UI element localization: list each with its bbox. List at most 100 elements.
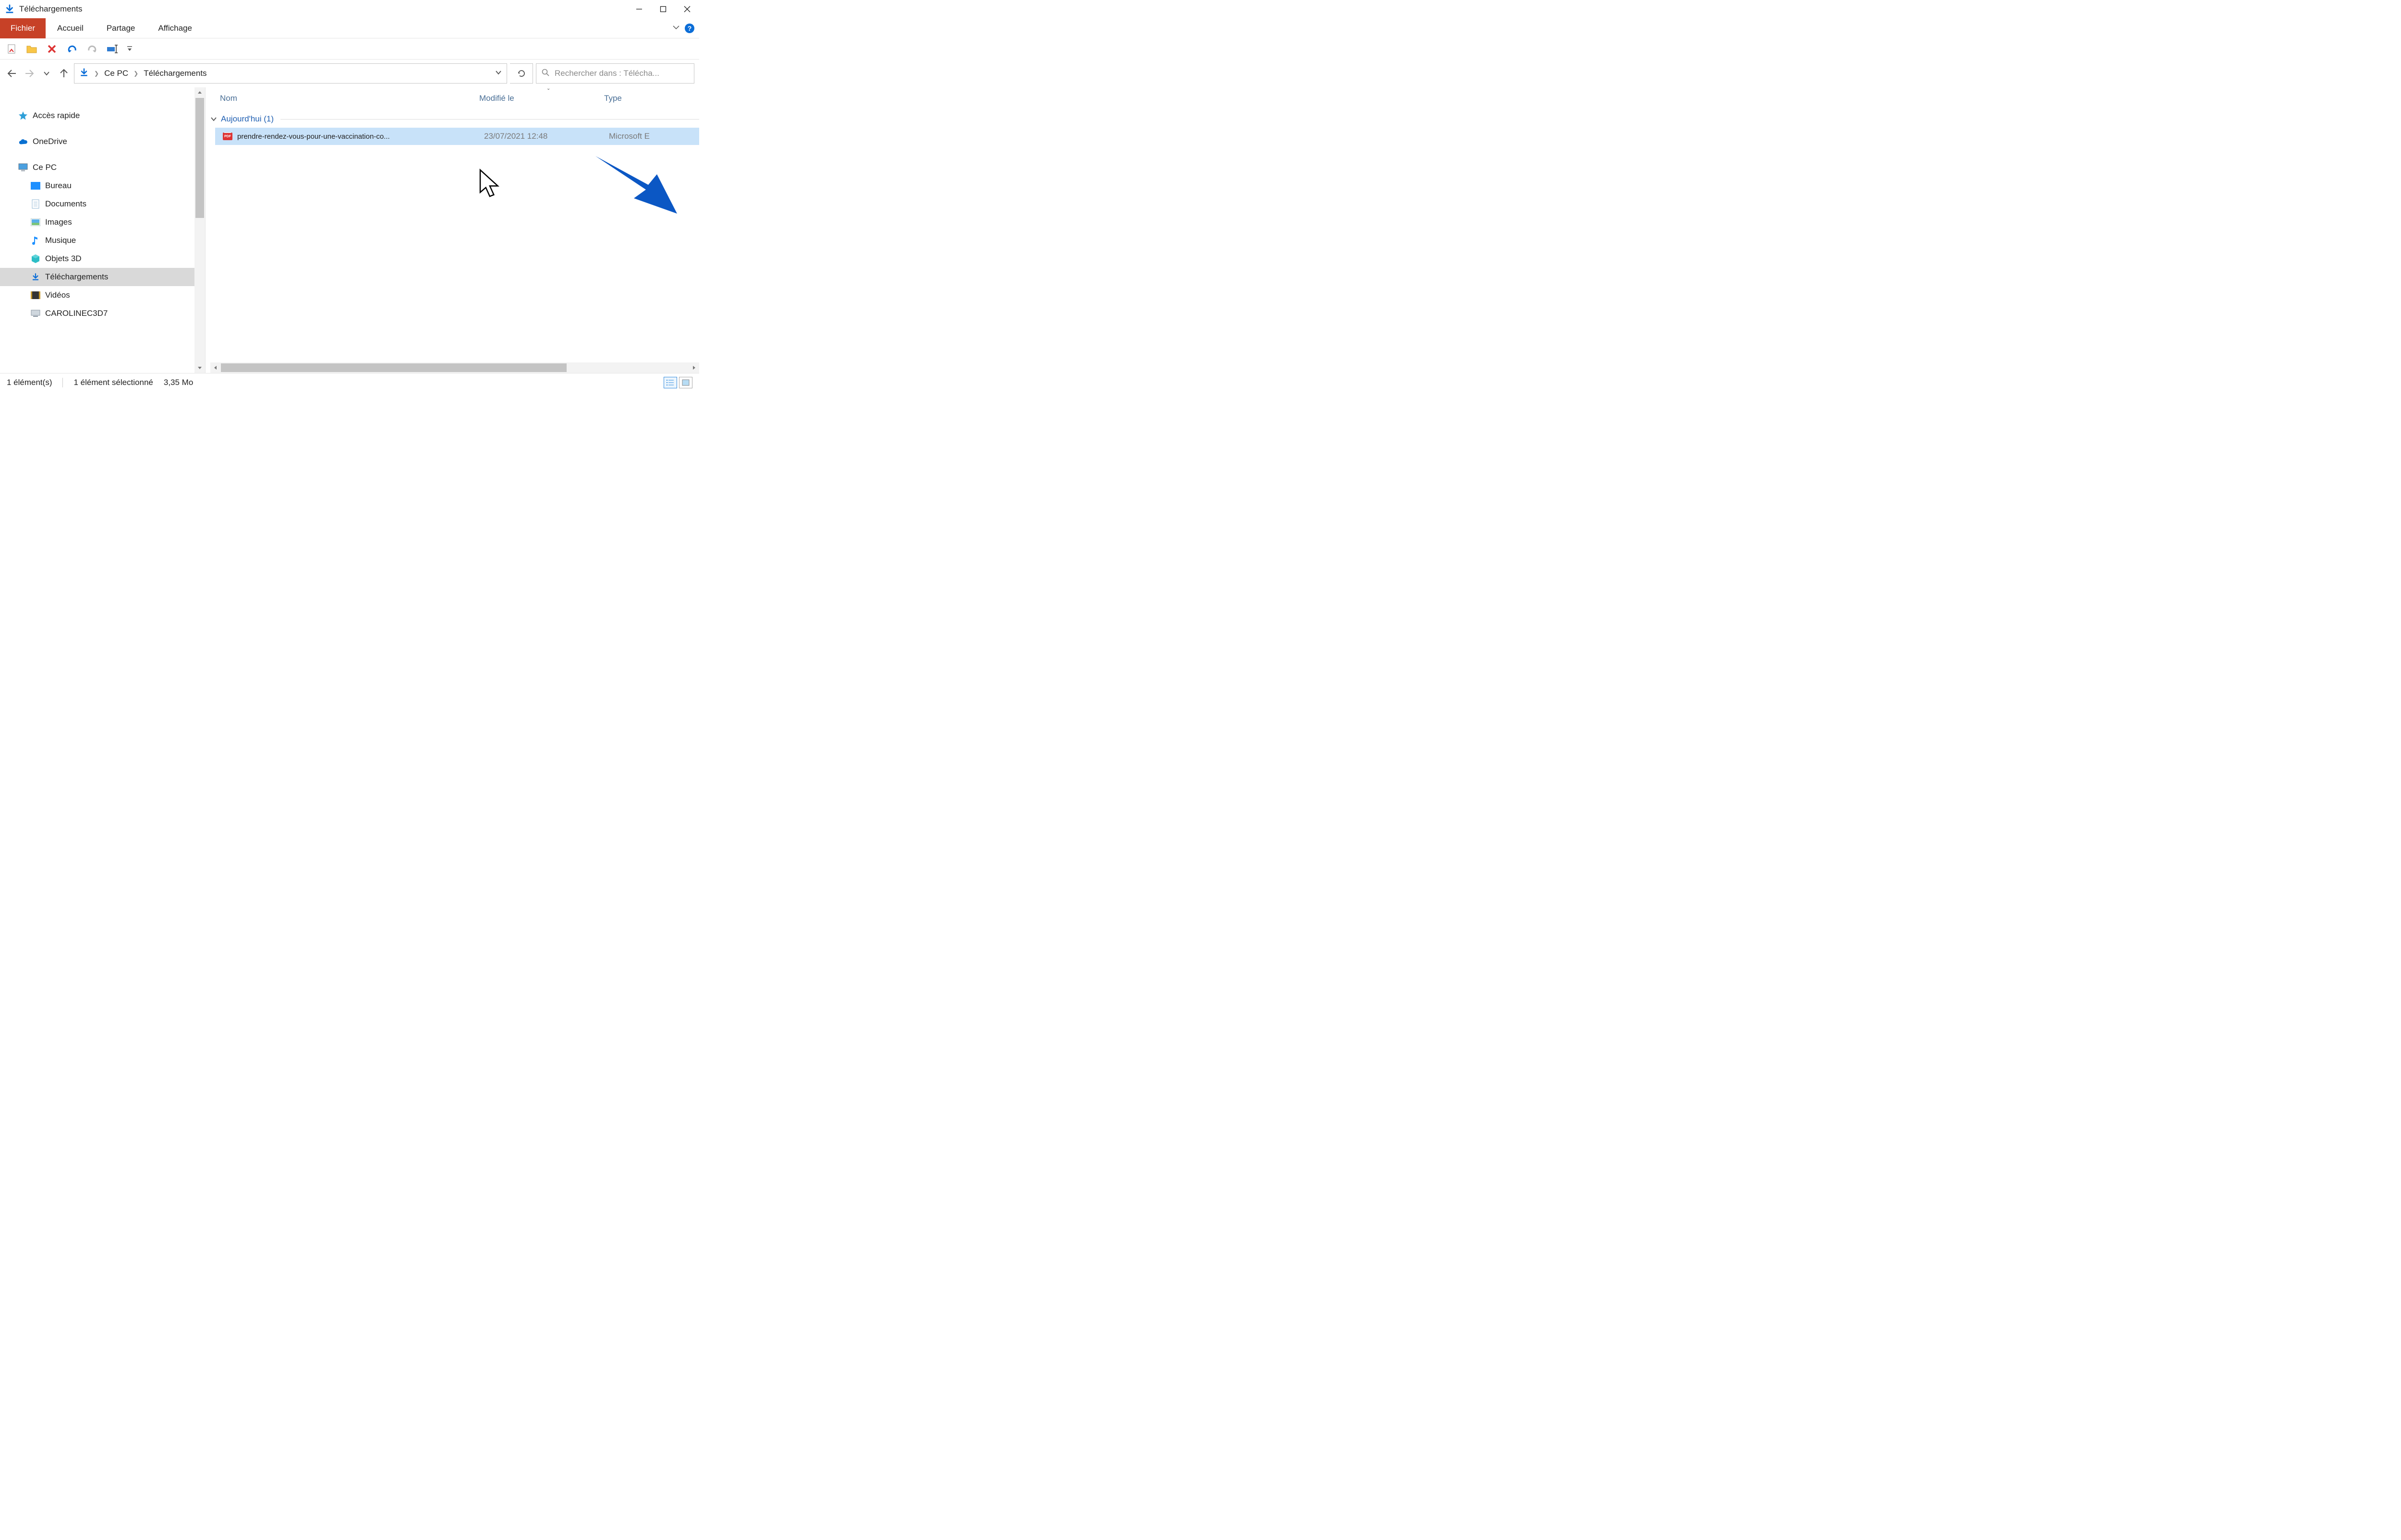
sidebar-label: Objets 3D [45,254,82,264]
downloads-icon [79,68,89,79]
navigation-pane: Accès rapide OneDrive Ce PC Bureau Docum… [0,87,206,373]
sidebar-label: Documents [45,199,86,209]
group-header-today[interactable]: Aujourd'hui (1) [206,109,699,128]
titlebar: Téléchargements [0,0,699,18]
scroll-up-icon[interactable] [194,87,205,98]
sidebar-label: Bureau [45,181,72,191]
sidebar-item-downloads[interactable]: Téléchargements [0,268,194,286]
sidebar-label: Ce PC [33,163,57,172]
file-name: prendre-rendez-vous-pour-une-vaccination… [237,132,390,141]
music-icon [31,236,40,245]
divider [280,119,699,120]
scroll-right-icon[interactable] [689,362,699,373]
forward-button[interactable] [22,66,36,81]
delete-icon[interactable] [45,42,59,56]
tab-view[interactable]: Affichage [146,18,204,38]
undo-icon[interactable] [65,42,79,56]
search-input[interactable]: Rechercher dans : Télécha... [536,63,694,84]
computer-icon [18,163,28,172]
status-size: 3,35 Mo [164,378,193,387]
sidebar-item-music[interactable]: Musique [0,231,194,250]
chevron-down-icon [210,116,217,122]
address-bar[interactable]: ❯ Ce PC ❯ Téléchargements [74,63,507,84]
sidebar-label: OneDrive [33,137,67,146]
status-bar: 1 élément(s) 1 élément sélectionné 3,35 … [0,373,699,391]
sidebar-label: Téléchargements [45,272,108,282]
refresh-button[interactable] [510,63,533,84]
scroll-down-icon[interactable] [194,362,205,373]
window-title: Téléchargements [19,4,82,14]
scrollbar-thumb[interactable] [195,98,204,218]
sidebar-item-quick-access[interactable]: Accès rapide [0,107,194,125]
minimize-button[interactable] [627,0,651,18]
divider [62,378,63,387]
scroll-left-icon[interactable] [210,362,221,373]
recent-locations-button[interactable] [39,66,54,81]
status-item-count: 1 élément(s) [7,378,52,387]
search-placeholder: Rechercher dans : Télécha... [555,69,659,78]
sidebar-label: CAROLINEC3D7 [45,309,108,318]
search-icon [541,68,550,79]
pdf-icon: PDF [223,132,232,140]
sidebar-item-documents[interactable]: Documents [0,195,194,213]
address-dropdown-icon[interactable] [495,69,502,78]
rename-icon[interactable] [106,42,119,56]
breadcrumb-current[interactable]: Téléchargements [144,69,206,78]
sidebar-label: Vidéos [45,290,70,300]
downloads-icon [4,3,15,15]
details-view-button[interactable] [664,377,677,388]
star-icon [18,111,28,120]
sidebar-item-3d-objects[interactable]: Objets 3D [0,250,194,268]
file-list-pane: Nom Modifié le Type ⌄ Aujourd'hui (1) PD… [206,87,699,373]
tab-share[interactable]: Partage [95,18,147,38]
ribbon-tabs: Fichier Accueil Partage Affichage ? [0,18,699,38]
column-header-type[interactable]: Type [604,87,699,109]
ribbon-expand-icon[interactable] [672,24,680,33]
cloud-icon [18,137,28,146]
redo-icon[interactable] [85,42,99,56]
sidebar-item-onedrive[interactable]: OneDrive [0,132,194,151]
scrollbar-thumb[interactable] [221,363,567,372]
downloads-icon [31,272,40,282]
column-header-name[interactable]: Nom [220,87,479,109]
chevron-right-icon[interactable]: ❯ [133,70,138,77]
document-icon [31,199,40,209]
horizontal-scrollbar[interactable] [210,362,699,373]
group-label: Aujourd'hui (1) [221,114,274,124]
column-header-modified[interactable]: Modifié le [479,87,604,109]
sidebar-item-computer[interactable]: CAROLINEC3D7 [0,304,194,323]
up-button[interactable] [57,66,71,81]
back-button[interactable] [5,66,19,81]
sidebar-label: Accès rapide [33,111,80,120]
video-icon [31,290,40,300]
qat-customize-icon[interactable] [126,42,133,56]
images-icon [31,217,40,227]
properties-icon[interactable] [5,42,18,56]
tab-home[interactable]: Accueil [46,18,95,38]
cube-icon [31,254,40,264]
breadcrumb-root[interactable]: Ce PC [104,69,128,78]
maximize-button[interactable] [651,0,675,18]
help-icon[interactable]: ? [685,24,694,33]
close-button[interactable] [675,0,699,18]
navigation-bar: ❯ Ce PC ❯ Téléchargements Rechercher dan… [0,60,699,87]
status-selection: 1 élément sélectionné [73,378,153,387]
tab-file[interactable]: Fichier [0,18,46,38]
sidebar-item-this-pc[interactable]: Ce PC [0,158,194,177]
file-row[interactable]: PDF prendre-rendez-vous-pour-une-vaccina… [215,128,699,145]
desktop-icon [31,181,40,191]
sidebar-item-desktop[interactable]: Bureau [0,177,194,195]
new-folder-icon[interactable] [25,42,38,56]
file-modified: 23/07/2021 12:48 [479,132,604,141]
sidebar-scrollbar[interactable] [194,87,205,373]
sidebar-label: Musique [45,236,76,245]
window-controls [627,0,699,18]
sidebar-label: Images [45,217,72,227]
sidebar-item-videos[interactable]: Vidéos [0,286,194,304]
column-headers: Nom Modifié le Type ⌄ [206,87,699,109]
sort-indicator-icon: ⌄ [546,87,550,91]
computer-icon [31,309,40,318]
chevron-right-icon[interactable]: ❯ [94,70,99,77]
sidebar-item-images[interactable]: Images [0,213,194,231]
thumbnails-view-button[interactable] [679,377,692,388]
